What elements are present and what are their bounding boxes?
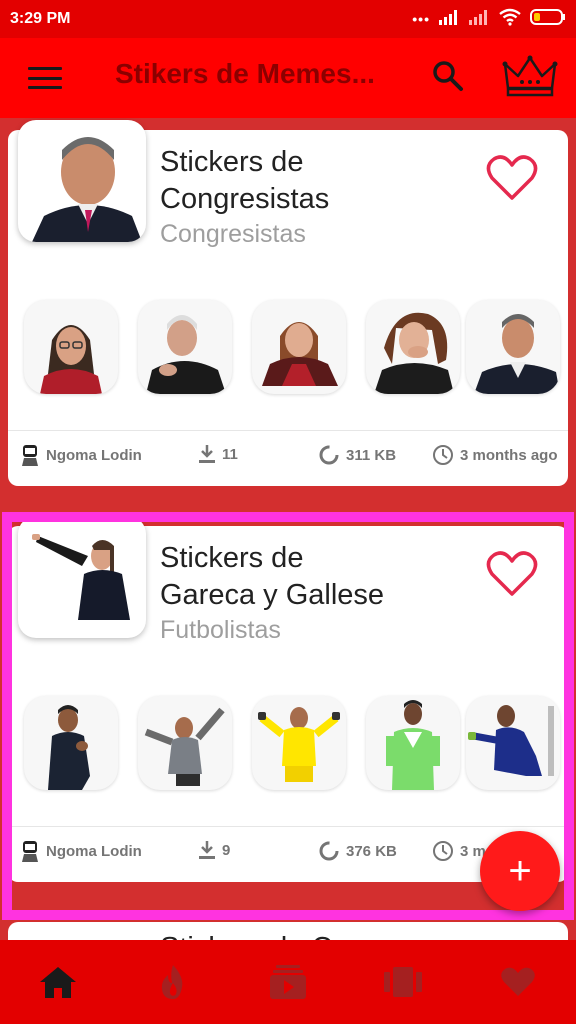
menu-icon-line	[28, 67, 62, 70]
download-count: 11	[222, 445, 238, 463]
menu-icon-line	[28, 76, 62, 80]
favorite-button[interactable]	[486, 154, 538, 202]
status-icons: •••	[412, 8, 566, 31]
pack-title-line: Stickers de	[160, 146, 304, 178]
status-bar: 3:29 PM •••	[0, 0, 576, 38]
app-bar: Stikers de Memes...	[0, 38, 576, 118]
sticker-preview[interactable]	[252, 300, 346, 394]
menu-icon-line	[28, 86, 62, 89]
author-avatar-icon	[22, 445, 38, 466]
notification-dots: •••	[412, 11, 430, 27]
heart-icon	[501, 967, 536, 996]
status-time: 3:29 PM	[10, 10, 71, 27]
pack-size-value: 311 KB	[346, 446, 397, 464]
signal-2-icon	[468, 9, 490, 30]
card-divider	[8, 430, 568, 431]
pack-meta-row: Ngoma Lodin 11 311 KB 3 months ago	[8, 440, 568, 472]
pack-title-line: Congresistas	[160, 183, 330, 215]
pack-updated: 3 months ago	[432, 444, 558, 466]
sticker-preview-row	[22, 300, 568, 396]
clock-icon	[433, 445, 453, 465]
carousel-icon	[384, 967, 423, 997]
nav-collections[interactable]	[373, 952, 433, 1012]
sticker-pack-card[interactable]: Stickers de Cueva	[8, 922, 568, 940]
search-button[interactable]	[430, 58, 466, 94]
sticker-preview[interactable]	[138, 300, 232, 394]
fire-icon	[161, 965, 183, 999]
heart-outline-icon	[486, 155, 538, 200]
pack-author: Ngoma Lodin	[20, 444, 142, 466]
pack-category: Congresistas	[160, 220, 306, 248]
nav-home[interactable]	[28, 952, 88, 1012]
sticker-preview[interactable]	[24, 300, 118, 394]
signal-icon	[438, 9, 460, 30]
video-icon	[269, 965, 306, 999]
nav-videos[interactable]	[258, 952, 318, 1012]
menu-button[interactable]	[28, 64, 62, 92]
size-icon	[319, 445, 339, 465]
crown-icon	[502, 55, 558, 97]
sticker-preview[interactable]	[366, 300, 460, 394]
premium-button[interactable]	[502, 54, 558, 98]
nav-trending[interactable]	[143, 952, 203, 1012]
app-title: Stikers de Memes...	[115, 58, 375, 89]
sticker-pack-card[interactable]: Stickers de Congresistas Congresistas Ng…	[8, 120, 568, 486]
bottom-navigation	[0, 940, 576, 1024]
nav-favorites[interactable]	[488, 952, 548, 1012]
download-icon	[199, 445, 215, 463]
pack-title: Stickers de Cueva	[160, 930, 460, 940]
plus-icon: +	[508, 848, 532, 893]
updated-time: 3 months ago	[460, 446, 558, 464]
pack-size: 311 KB	[318, 444, 396, 466]
home-icon	[39, 967, 76, 998]
add-pack-button[interactable]: +	[480, 831, 560, 911]
pack-thumbnail	[18, 120, 146, 242]
wifi-icon	[498, 8, 522, 31]
pack-downloads: 11	[198, 444, 238, 464]
author-name: Ngoma Lodin	[46, 446, 142, 464]
sticker-preview[interactable]	[466, 300, 560, 394]
battery-icon	[530, 8, 566, 30]
search-icon	[433, 61, 463, 91]
pack-title: Stickers de Congresistas	[160, 144, 460, 218]
